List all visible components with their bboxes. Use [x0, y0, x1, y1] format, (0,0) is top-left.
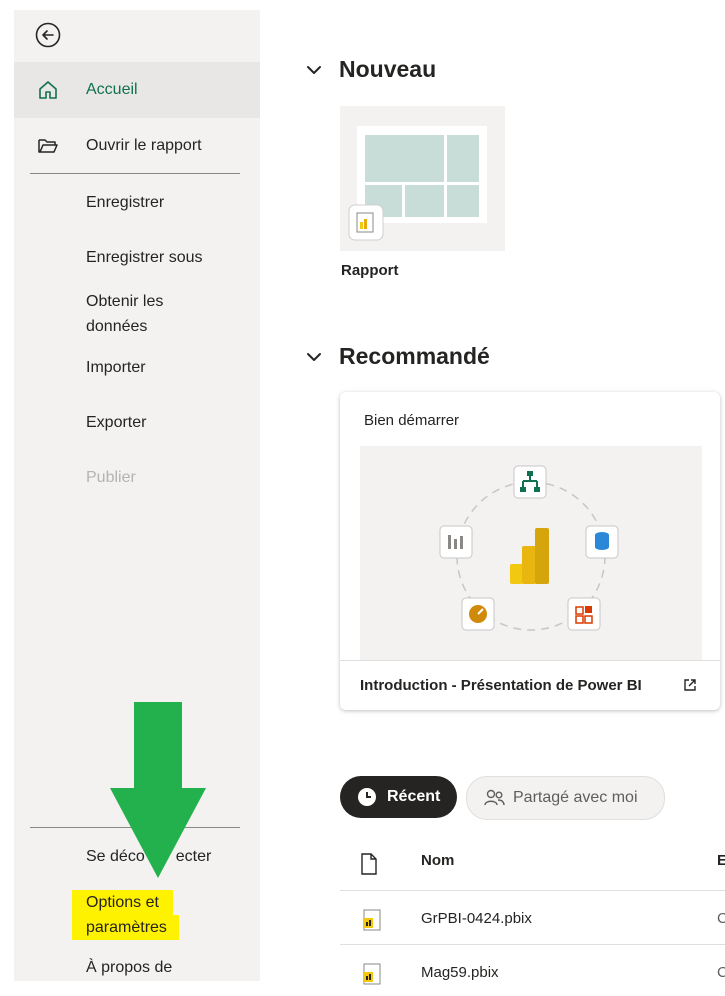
sidebar-item-enregistrer[interactable]: Enregistrer — [14, 175, 260, 231]
sidebar-item-ouvrir[interactable]: Ouvrir le rapport — [14, 118, 260, 174]
report-template-thumbnail — [348, 126, 487, 241]
sidebar-item-enregistrer-sous[interactable]: Enregistrer sous — [14, 230, 260, 286]
tab-label: Récent — [387, 788, 441, 805]
new-report-tile[interactable] — [340, 106, 505, 251]
sidebar-item-label: Enregistrer — [86, 194, 165, 211]
back-button[interactable] — [35, 22, 61, 48]
sidebar-item-label: Exporter — [86, 414, 147, 431]
column-header-name[interactable]: Nom — [421, 852, 454, 876]
card-title: Bien démarrer — [364, 412, 460, 429]
home-icon — [36, 78, 60, 102]
section-title: Nouveau — [339, 56, 437, 82]
sidebar-item-label: Accueil — [86, 81, 138, 98]
sidebar-item-importer[interactable]: Importer — [14, 340, 260, 396]
pbix-file-icon — [363, 963, 381, 985]
sidebar-item-label-line1: Obtenir les — [86, 293, 164, 310]
file-cut-value: C — [717, 910, 725, 927]
clock-icon — [358, 788, 376, 806]
column-header-cut[interactable]: E — [717, 852, 725, 876]
sidebar-item-options-parametres[interactable]: Options et paramètres — [14, 886, 260, 940]
powerbi-illustration — [439, 465, 619, 631]
sidebar-item-label: Importer — [86, 359, 146, 376]
tab-label: Partagé avec moi — [513, 789, 638, 806]
sidebar-item-label: Publier — [86, 469, 136, 486]
new-report-label: Rapport — [341, 262, 399, 279]
file-name: Mag59.pbix — [421, 964, 499, 981]
sidebar-item-accueil[interactable]: Accueil — [14, 62, 260, 118]
file-type-icon-header — [361, 853, 377, 875]
sidebar-divider — [30, 173, 240, 174]
section-nouveau-header[interactable]: Nouveau — [305, 56, 436, 83]
sidebar-item-label-line2: paramètres — [72, 915, 179, 940]
sidebar-item-label: À propos de — [86, 959, 173, 976]
table-divider — [340, 944, 725, 945]
annotation-arrow-down — [110, 702, 206, 878]
table-row[interactable]: GrPBI-0424.pbix C — [340, 900, 725, 940]
file-name: GrPBI-0424.pbix — [421, 910, 532, 927]
tab-recent[interactable]: Récent — [340, 776, 457, 818]
sidebar-item-label-line2: données — [86, 318, 148, 335]
sidebar-item-publier: Publier — [14, 450, 260, 506]
get-started-card[interactable]: Bien démarrer Introduction - Présentatio… — [340, 392, 720, 710]
table-row[interactable]: Mag59.pbix C — [340, 954, 725, 994]
section-title: Recommandé — [339, 343, 490, 369]
people-icon — [484, 789, 505, 806]
external-link-icon — [684, 679, 696, 691]
card-illustration — [360, 446, 702, 660]
tab-shared-with-me[interactable]: Partagé avec moi — [466, 776, 665, 820]
pbix-file-icon — [363, 909, 381, 931]
sidebar-item-label: Ouvrir le rapport — [86, 137, 202, 154]
sidebar-item-exporter[interactable]: Exporter — [14, 395, 260, 451]
file-cut-value: C — [717, 964, 725, 981]
section-recommande-header[interactable]: Recommandé — [305, 343, 490, 370]
chevron-down-icon — [307, 65, 321, 74]
folder-open-icon — [36, 134, 60, 158]
card-footer-link[interactable]: Introduction - Présentation de Power BI — [360, 677, 642, 694]
table-divider — [340, 890, 725, 891]
sidebar-item-a-propos[interactable]: À propos de — [14, 940, 260, 996]
sidebar-item-obtenir-donnees[interactable]: Obtenir les données — [14, 286, 260, 342]
back-arrow-icon — [35, 22, 61, 48]
chevron-down-icon — [307, 352, 321, 361]
sidebar-item-label: Enregistrer sous — [86, 249, 203, 266]
card-footer[interactable]: Introduction - Présentation de Power BI — [340, 660, 720, 711]
sidebar-item-label-line1: Options et — [72, 890, 173, 915]
